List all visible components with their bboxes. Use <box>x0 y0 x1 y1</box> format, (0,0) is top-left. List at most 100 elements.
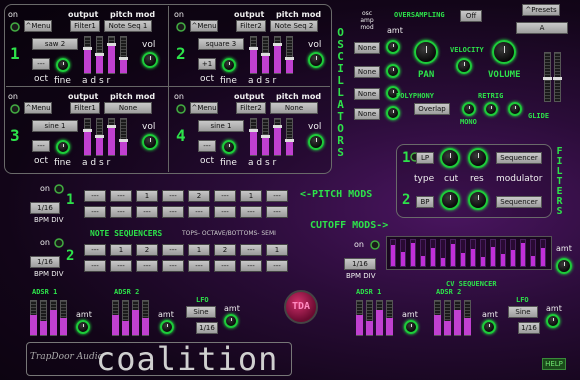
cv-seq-bpm-div-select[interactable]: 1/16 <box>344 258 376 270</box>
cv-seq-step-5[interactable] <box>430 239 436 267</box>
osc1-amp-mod-select[interactable]: None <box>354 42 380 54</box>
osc1-amp-mod-amt-knob[interactable] <box>386 40 400 54</box>
osc2-attack-fader[interactable] <box>249 36 258 74</box>
osc4-fine-knob[interactable] <box>222 140 236 154</box>
presets-button[interactable]: ^Presets <box>522 4 560 16</box>
osc1-menu-button[interactable]: ^Menu <box>24 20 52 32</box>
osc1-decay-fader[interactable] <box>95 36 104 74</box>
seq2-on-toggle[interactable] <box>54 238 64 248</box>
osc4-menu-button[interactable]: ^Menu <box>190 102 218 114</box>
seq2-step-4-bottom[interactable]: --- <box>162 260 184 272</box>
osc2-on-toggle[interactable] <box>176 22 186 32</box>
osc2-amp-mod-select[interactable]: None <box>354 66 380 78</box>
osc4-waveform-select[interactable]: sine 1 <box>198 120 244 132</box>
right-adsr1-sustain-fader[interactable] <box>376 300 383 336</box>
seq2-step-5-bottom[interactable]: --- <box>188 260 210 272</box>
right-adsr2-sustain-fader[interactable] <box>454 300 461 336</box>
filter2-modulator-select[interactable]: Sequencer <box>496 196 542 208</box>
filter1-res-knob[interactable] <box>468 148 488 168</box>
seq2-step-3-top[interactable]: 2 <box>136 244 158 256</box>
seq1-step-8-top[interactable]: --- <box>266 190 288 202</box>
cv-seq-step-14[interactable] <box>520 239 526 267</box>
osc1-sustain-fader[interactable] <box>107 36 116 74</box>
filter2-cut-knob[interactable] <box>440 190 460 210</box>
cv-seq-step-1[interactable] <box>390 239 396 267</box>
osc1-output-select[interactable]: Filter1 <box>70 20 100 32</box>
cv-seq-step-8[interactable] <box>460 239 466 267</box>
osc3-menu-button[interactable]: ^Menu <box>24 102 52 114</box>
cv-seq-grid[interactable] <box>386 236 552 270</box>
cv-seq-step-6[interactable] <box>440 239 446 267</box>
osc4-pitch-mod-select[interactable]: None <box>270 102 318 114</box>
seq1-step-7-top[interactable]: 1 <box>240 190 262 202</box>
osc4-octave-select[interactable]: --- <box>198 140 216 152</box>
osc2-output-select[interactable]: Filter2 <box>236 20 266 32</box>
osc3-sustain-fader[interactable] <box>107 118 116 156</box>
left-adsr2-decay-fader[interactable] <box>122 300 129 336</box>
osc1-fine-knob[interactable] <box>56 58 70 72</box>
osc3-amp-mod-select[interactable]: None <box>354 88 380 100</box>
osc3-output-select[interactable]: Filter1 <box>70 102 100 114</box>
seq1-step-4-bottom[interactable]: --- <box>162 206 184 218</box>
glide-knob[interactable] <box>508 102 522 116</box>
master-fader-left[interactable] <box>543 52 552 102</box>
osc3-octave-select[interactable]: --- <box>32 140 50 152</box>
seq2-step-7-bottom[interactable]: --- <box>240 260 262 272</box>
seq2-step-2-top[interactable]: 1 <box>110 244 132 256</box>
osc1-attack-fader[interactable] <box>83 36 92 74</box>
seq2-step-2-bottom[interactable]: --- <box>110 260 132 272</box>
seq2-step-8-bottom[interactable]: --- <box>266 260 288 272</box>
right-lfo-amt-knob[interactable] <box>546 314 560 328</box>
seq2-step-1-top[interactable]: --- <box>84 244 106 256</box>
right-adsr1-decay-fader[interactable] <box>366 300 373 336</box>
filter1-modulator-select[interactable]: Sequencer <box>496 152 542 164</box>
seq2-step-1-bottom[interactable]: --- <box>84 260 106 272</box>
left-adsr1-attack-fader[interactable] <box>30 300 37 336</box>
seq1-step-1-bottom[interactable]: --- <box>84 206 106 218</box>
osc2-pitch-mod-select[interactable]: Note Seq 2 <box>270 20 318 32</box>
osc4-sustain-fader[interactable] <box>273 118 282 156</box>
osc2-fine-knob[interactable] <box>222 58 236 72</box>
seq2-step-4-top[interactable]: --- <box>162 244 184 256</box>
left-adsr1-sustain-fader[interactable] <box>50 300 57 336</box>
seq2-bpm-div-select[interactable]: 1/16 <box>30 256 60 268</box>
seq1-step-2-top[interactable]: --- <box>110 190 132 202</box>
osc2-decay-fader[interactable] <box>261 36 270 74</box>
seq2-step-5-top[interactable]: 1 <box>188 244 210 256</box>
osc3-attack-fader[interactable] <box>83 118 92 156</box>
cv-seq-step-3[interactable] <box>410 239 416 267</box>
cv-seq-amt-knob[interactable] <box>556 258 572 274</box>
osc2-amp-mod-amt-knob[interactable] <box>386 64 400 78</box>
osc4-output-select[interactable]: Filter2 <box>236 102 266 114</box>
seq1-step-4-top[interactable]: --- <box>162 190 184 202</box>
seq1-step-6-top[interactable]: --- <box>214 190 236 202</box>
left-adsr1-amt-knob[interactable] <box>76 320 90 334</box>
right-adsr1-amt-knob[interactable] <box>404 320 418 334</box>
pan-knob[interactable] <box>414 40 438 64</box>
oversampling-select[interactable]: Off <box>460 10 482 22</box>
seq2-step-6-bottom[interactable]: --- <box>214 260 236 272</box>
osc1-on-toggle[interactable] <box>10 22 20 32</box>
right-lfo-rate-select[interactable]: 1/16 <box>518 322 540 334</box>
left-lfo-wave-select[interactable]: Sine <box>186 306 216 318</box>
osc4-amp-mod-amt-knob[interactable] <box>386 106 400 120</box>
osc2-waveform-select[interactable]: square 3 <box>198 38 244 50</box>
osc2-vol-knob[interactable] <box>308 52 324 68</box>
osc3-on-toggle[interactable] <box>10 104 20 114</box>
right-lfo-wave-select[interactable]: Sine <box>508 306 538 318</box>
osc1-pitch-mod-select[interactable]: Note Seq 1 <box>104 20 152 32</box>
osc4-decay-fader[interactable] <box>261 118 270 156</box>
cv-seq-step-15[interactable] <box>530 239 536 267</box>
osc1-release-fader[interactable] <box>119 36 128 74</box>
seq1-step-8-bottom[interactable]: --- <box>266 206 288 218</box>
osc2-release-fader[interactable] <box>285 36 294 74</box>
right-adsr2-decay-fader[interactable] <box>444 300 451 336</box>
volume-knob[interactable] <box>492 40 516 64</box>
right-adsr2-release-fader[interactable] <box>464 300 471 336</box>
right-adsr1-release-fader[interactable] <box>386 300 393 336</box>
seq1-step-1-top[interactable]: --- <box>84 190 106 202</box>
osc1-octave-select[interactable]: --- <box>32 58 50 70</box>
seq2-step-7-top[interactable]: --- <box>240 244 262 256</box>
left-adsr2-attack-fader[interactable] <box>112 300 119 336</box>
seq1-step-5-top[interactable]: 2 <box>188 190 210 202</box>
